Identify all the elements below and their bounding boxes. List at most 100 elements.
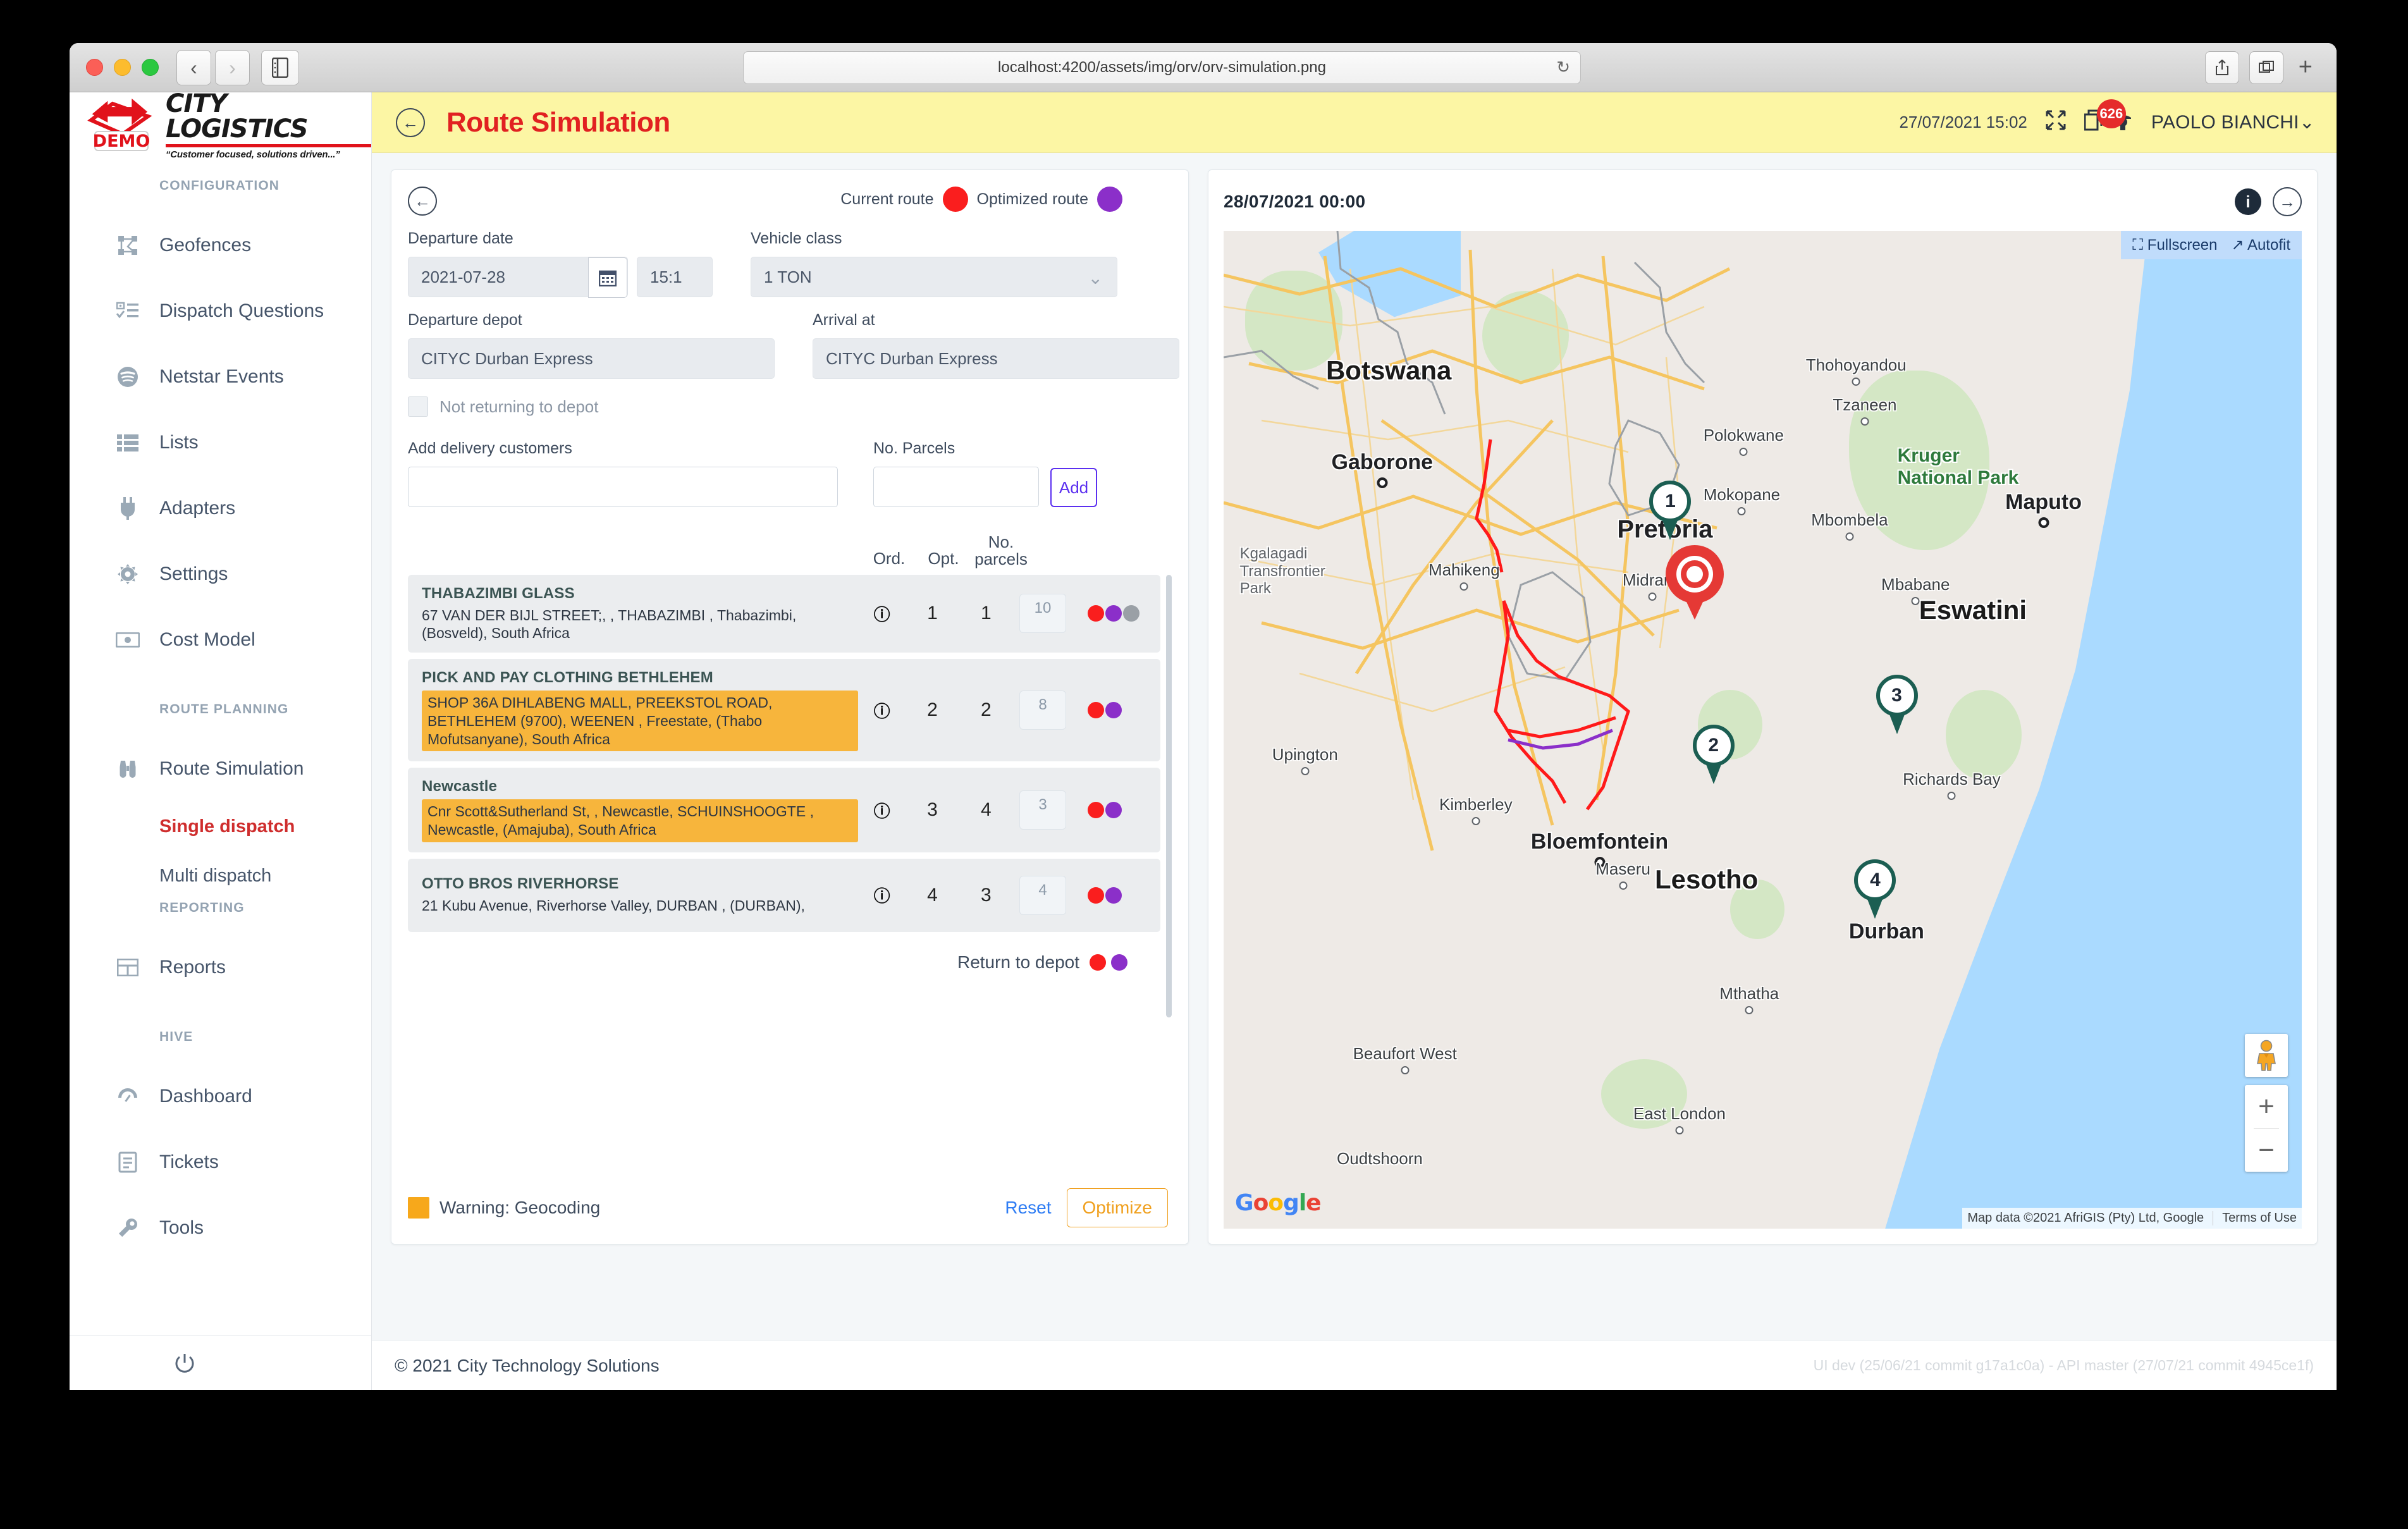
return-optimized-route-dot[interactable] [1111,954,1127,971]
map-canvas[interactable]: ⛶ Fullscreen ↗ Autofit Botswana Eswatini… [1224,231,2302,1229]
table-row[interactable]: Newcastle Cnr Scott&Sutherland St, , New… [408,768,1160,852]
add-customers-input[interactable] [408,467,838,507]
sidebar-item-single-dispatch[interactable]: Single dispatch [70,802,371,851]
map-country-label: Botswana [1325,355,1452,386]
calendar-icon[interactable] [588,257,627,298]
close-window-button[interactable] [86,59,103,76]
share-button[interactable] [2204,51,2239,84]
inactive-route-dot[interactable] [1123,605,1140,622]
map-next-button[interactable]: → [2273,187,2302,216]
arrival-at-input[interactable]: CITYC Durban Express [813,338,1179,379]
maximize-window-button[interactable] [142,59,159,76]
table-row[interactable]: OTTO BROS RIVERHORSE 21 Kubu Avenue, Riv… [408,858,1160,932]
terms-of-use-link[interactable]: Terms of Use [2213,1211,2297,1225]
map-park-label: Kgalagadi Transfrontier Park [1239,545,1325,598]
table-row[interactable]: THABAZIMBI GLASS 67 VAN DER BIJL STREET;… [408,574,1160,653]
sidebar-item-reports[interactable]: Reports [70,935,371,1000]
add-button[interactable]: Add [1050,468,1097,507]
row-info-icon[interactable]: ⓘ [858,883,906,907]
sidebar: DEMO CITY LOGISTICS “Customer focused, s… [70,89,372,1390]
sidebar-item-multi-dispatch[interactable]: Multi dispatch [70,851,371,900]
map-marker-depot[interactable] [1666,545,1724,620]
row-parcels-input[interactable]: 3 [1019,790,1067,830]
current-route-dot[interactable] [1088,702,1105,719]
minimize-window-button[interactable] [114,59,131,76]
info-icon[interactable]: i [2235,188,2261,215]
user-menu[interactable]: PAOLO BIANCHI⌄ [2151,111,2315,133]
sidebar-item-dashboard[interactable]: Dashboard [70,1064,371,1129]
zoom-in-button[interactable]: + [2245,1085,2288,1128]
new-tab-button[interactable]: + [2294,54,2318,81]
optimized-route-dot[interactable] [1105,802,1122,819]
reload-icon[interactable]: ↻ [1556,58,1570,77]
table-row[interactable]: PICK AND PAY CLOTHING BETHLEHEM SHOP 36A… [408,659,1160,762]
brand-title: CITY LOGISTICS [166,89,309,144]
streetview-pegman-button[interactable] [2245,1034,2288,1077]
zoom-out-button[interactable]: − [2245,1129,2288,1172]
row-parcels-input[interactable]: 8 [1019,691,1067,730]
logout-button[interactable] [70,1336,371,1390]
map-marker-stop-1[interactable]: 1 [1649,480,1692,540]
vehicle-class-field: Vehicle class 1 TON ⌄ [751,230,1117,297]
no-parcels-label: No. Parcels [873,439,955,457]
map-marker-stop-4[interactable]: 4 [1854,859,1896,919]
row-info-icon[interactable]: ⓘ [858,602,906,625]
row-info-icon[interactable]: ⓘ [858,699,906,722]
back-button[interactable]: ‹ [176,49,211,85]
autofit-button[interactable]: ↗ Autofit [2232,236,2291,254]
brand-logo[interactable]: DEMO CITY LOGISTICS “Customer focused, s… [70,89,371,160]
departure-depot-input[interactable]: CITYC Durban Express [408,338,775,379]
sidebar-item-geofences[interactable]: Geofences [70,212,371,278]
optimized-route-dot[interactable] [1105,887,1122,904]
customer-list-scrollbar[interactable] [1166,574,1172,1017]
not-returning-checkbox-row[interactable]: Not returning to depot [408,396,1168,417]
row-ord-value: 2 [927,699,938,721]
sidebar-item-lists[interactable]: Lists [70,410,371,476]
page-back-button[interactable]: ← [396,107,425,137]
departure-date-input[interactable]: 2021-07-28 [408,257,628,298]
sidebar-item-route-simulation[interactable]: Route Simulation [70,736,371,802]
vehicle-class-select[interactable]: 1 TON ⌄ [751,257,1117,297]
list-icon [115,430,140,455]
address-bar[interactable]: localhost:4200/assets/img/orv/orv-simula… [743,51,1581,84]
optimized-route-dot[interactable] [1105,702,1122,719]
application-root: DEMO CITY LOGISTICS “Customer focused, s… [70,89,2337,1390]
row-parcels-input[interactable]: 10 [1019,594,1067,634]
current-route-dot[interactable] [1088,802,1105,819]
sidebar-item-tools[interactable]: Tools [70,1195,371,1261]
sidebar-item-cost-model[interactable]: Cost Model [70,607,371,673]
map-city-label: Maseru [1595,859,1650,890]
optimize-button[interactable]: Optimize [1066,1188,1168,1227]
panel-back-button[interactable]: ← [408,187,437,216]
sidebar-item-dispatch-questions[interactable]: Dispatch Questions [70,278,371,344]
sidebar-item-adapters[interactable]: Adapters [70,476,371,541]
show-tabs-button[interactable] [2249,51,2283,84]
sidebar-toggle-button[interactable] [261,49,299,85]
map-marker-stop-3[interactable]: 3 [1876,675,1918,735]
fullscreen-button[interactable]: ⛶ Fullscreen [2132,236,2217,254]
reset-button[interactable]: Reset [1005,1198,1051,1218]
expand-icon[interactable] [2045,109,2067,136]
header-datetime: 27/07/2021 15:02 [1899,113,2027,132]
forward-button[interactable]: › [215,49,250,85]
pin-label: 4 [1854,859,1896,902]
not-returning-checkbox[interactable] [408,396,428,417]
sidebar-item-tickets[interactable]: Tickets [70,1129,371,1195]
sidebar-item-settings[interactable]: Settings [70,541,371,607]
current-route-dot[interactable] [1088,605,1105,622]
return-current-route-dot[interactable] [1090,954,1106,971]
ticket-icon [115,1150,140,1175]
map-city-label: Gaborone [1332,450,1433,489]
optimized-route-dot[interactable] [1105,605,1122,622]
row-info-icon[interactable]: ⓘ [858,799,906,822]
add-customers-label: Add delivery customers [408,439,572,457]
current-route-dot[interactable] [1088,887,1105,904]
map-marker-stop-2[interactable]: 2 [1692,725,1735,785]
sidebar-item-netstar-events[interactable]: Netstar Events [70,344,371,410]
departure-time-input[interactable]: 15:1 [637,257,713,297]
notifications-button[interactable]: 626 [2084,99,2134,136]
no-parcels-input[interactable] [873,467,1039,507]
row-parcels-input[interactable]: 4 [1019,875,1067,915]
form-row-2: Departure depot CITYC Durban Express Arr… [408,311,1179,379]
chevron-down-icon: ⌄ [1088,268,1103,288]
